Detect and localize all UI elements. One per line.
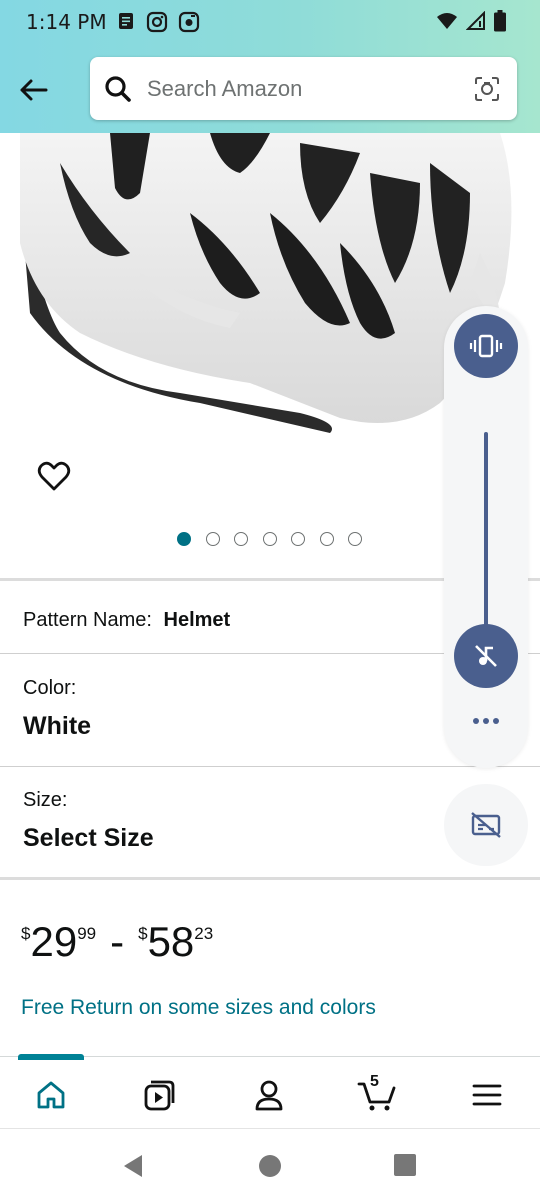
wifi-icon — [437, 13, 457, 29]
system-back-icon[interactable] — [120, 1153, 146, 1179]
camera-scan-icon[interactable] — [473, 75, 501, 103]
price-low-currency: $ — [21, 924, 31, 943]
nav-account[interactable] — [249, 1075, 289, 1115]
vibrate-icon — [469, 334, 503, 358]
price-high-whole: 58 — [147, 918, 195, 965]
caption-off-icon — [471, 812, 501, 838]
carousel-dot[interactable] — [206, 532, 220, 546]
select-size-button[interactable]: Select Size — [23, 824, 154, 853]
color-label: Color: — [23, 677, 77, 699]
system-home-icon[interactable] — [258, 1154, 282, 1178]
more-dots-icon[interactable] — [473, 718, 499, 728]
bottom-navigation: 5 — [0, 1054, 540, 1128]
color-value[interactable]: White — [23, 712, 91, 741]
price-range: $ 29 99 - $ 58 23 — [21, 918, 213, 966]
carousel-dot[interactable] — [348, 532, 362, 546]
carousel-dot[interactable] — [177, 532, 191, 546]
nav-menu[interactable] — [467, 1075, 507, 1115]
status-system-icons — [436, 10, 506, 32]
vibrate-button[interactable] — [454, 314, 518, 378]
price-low-fraction: 99 — [77, 924, 97, 943]
live-caption-button[interactable] — [444, 784, 528, 866]
section-divider — [0, 877, 540, 880]
music-off-icon — [475, 645, 497, 667]
volume-slider-track[interactable] — [484, 432, 488, 632]
cart-count-badge: 5 — [370, 1073, 379, 1090]
status-time: 1:14 PM — [26, 10, 107, 34]
status-notification-icons — [116, 11, 200, 33]
nav-video[interactable] — [140, 1075, 180, 1115]
status-bar: 1:14 PM — [0, 0, 540, 44]
carousel-dot[interactable] — [263, 532, 277, 546]
price-high-currency: $ — [138, 924, 148, 943]
menu-icon — [472, 1084, 502, 1106]
free-return-link[interactable]: Free Return on some sizes and colors — [21, 996, 376, 1020]
pattern-value: Helmet — [163, 609, 231, 631]
price-separator: - — [110, 918, 125, 965]
search-placeholder: Search Amazon — [147, 76, 303, 101]
carousel-dot[interactable] — [234, 532, 248, 546]
pattern-label: Pattern Name: — [23, 609, 152, 631]
search-input[interactable]: Search Amazon — [90, 57, 517, 120]
section-divider — [0, 766, 540, 767]
camera-app-icon — [178, 11, 200, 33]
battery-icon — [494, 10, 506, 32]
notes-icon — [119, 13, 133, 29]
heart-icon[interactable] — [36, 458, 72, 494]
carousel-dot[interactable] — [320, 532, 334, 546]
app-header: 1:14 PM Search Amazon — [0, 0, 540, 133]
video-icon — [144, 1080, 175, 1111]
instagram-icon — [146, 11, 168, 33]
media-volume-button[interactable] — [454, 624, 518, 688]
back-arrow-icon[interactable] — [16, 72, 52, 108]
size-label: Size: — [23, 789, 68, 811]
system-navigation-bar — [0, 1128, 540, 1200]
account-icon — [255, 1080, 283, 1111]
carousel-dot[interactable] — [291, 532, 305, 546]
nav-home[interactable] — [31, 1075, 71, 1115]
signal-icon — [466, 11, 485, 30]
active-tab-indicator — [18, 1054, 84, 1060]
volume-panel — [444, 306, 528, 768]
pattern-name-row[interactable]: Pattern Name: Helmet — [23, 609, 230, 632]
price-low-whole: 29 — [30, 918, 78, 965]
search-icon — [105, 76, 131, 102]
home-icon — [37, 1081, 65, 1109]
price-high-fraction: 23 — [194, 924, 214, 943]
nav-cart[interactable]: 5 — [357, 1073, 397, 1115]
system-recents-icon[interactable] — [394, 1154, 416, 1176]
